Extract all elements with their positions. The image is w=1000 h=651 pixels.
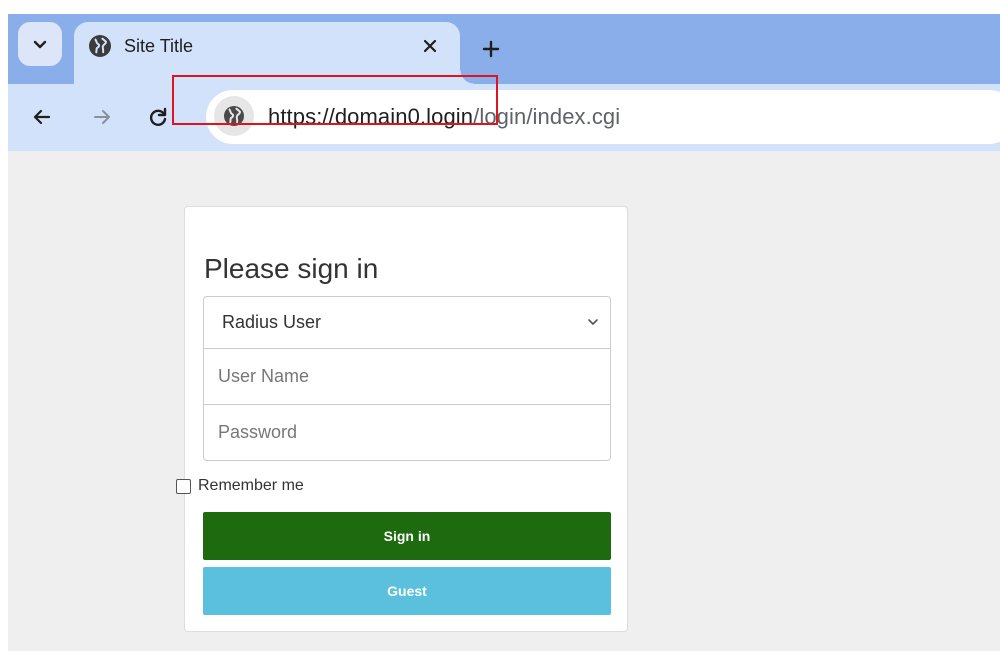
chevron-down-icon (588, 319, 598, 325)
back-button[interactable] (26, 101, 58, 133)
sign-in-button[interactable]: Sign in (203, 512, 611, 560)
browser-window: Site Title https://domain0.login/login/i… (8, 14, 1000, 651)
tab-site-title[interactable]: Site Title (74, 22, 474, 84)
guest-button[interactable]: Guest (203, 567, 611, 615)
forward-button[interactable] (86, 101, 118, 133)
arrow-right-icon (94, 110, 110, 124)
address-bar[interactable]: https://domain0.login/login/index.cgi (206, 90, 1000, 144)
tab-close-button[interactable] (416, 32, 444, 60)
tab-title: Site Title (124, 36, 194, 56)
globe-icon (224, 106, 244, 126)
globe-icon (89, 35, 111, 57)
username-placeholder: User Name (218, 366, 310, 386)
remember-me-label: Remember me (198, 477, 304, 494)
user-type-selected: Radius User (222, 312, 322, 332)
tab-list-button[interactable] (18, 22, 62, 66)
login-card: Please sign in Radius User User Name Pas… (176, 206, 628, 632)
password-placeholder: Password (218, 422, 298, 442)
new-tab-button[interactable] (474, 32, 508, 66)
username-input[interactable]: User Name (203, 348, 611, 405)
chevron-down-icon (33, 40, 47, 49)
login-fields: Radius User User Name Password (203, 296, 611, 461)
reload-icon (149, 107, 167, 126)
plus-icon (482, 40, 500, 58)
password-input[interactable]: Password (203, 404, 611, 461)
site-info-button[interactable] (214, 96, 254, 136)
url-text[interactable]: https://domain0.login/login/index.cgi (268, 104, 620, 130)
tab-strip: Site Title (8, 14, 1000, 84)
remember-me[interactable]: Remember me (176, 477, 304, 495)
page-title: Please sign in (204, 253, 379, 284)
url-path: /login/index.cgi (473, 104, 621, 129)
reload-button[interactable] (142, 101, 174, 133)
url-host: https://domain0.login (268, 104, 474, 129)
user-type-select[interactable]: Radius User (203, 296, 611, 349)
close-icon (423, 39, 437, 53)
arrow-left-icon (33, 109, 51, 125)
browser-toolbar: https://domain0.login/login/index.cgi (8, 84, 1000, 151)
remember-me-checkbox[interactable] (176, 478, 191, 494)
